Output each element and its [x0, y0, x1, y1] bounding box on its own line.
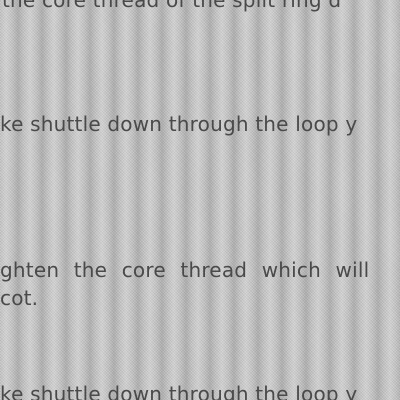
- text-line-1: the core thread of the split ring d: [2, 0, 342, 12]
- text-line-2: ke shuttle down through the loop y: [0, 112, 358, 136]
- text-line-5: ke shuttle down through the loop y: [0, 382, 358, 400]
- document-page: the core thread of the split ring d ke s…: [0, 0, 400, 400]
- text-line-4: cot.: [0, 286, 39, 310]
- text-line-3: ghten the core thread which will: [0, 258, 370, 282]
